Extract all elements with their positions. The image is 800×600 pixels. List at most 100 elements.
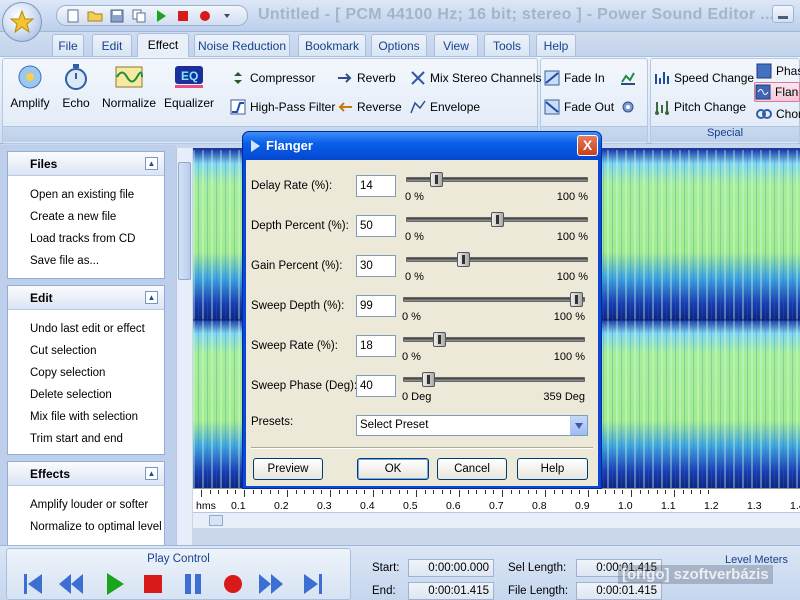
flanger-button[interactable]: Flang [754,82,800,102]
slider-max-label: 100 % [556,231,588,243]
effects-panel-header[interactable]: Effects ▲ [8,462,164,486]
help-button[interactable]: Help [517,458,588,480]
tab-view[interactable]: View [434,34,478,56]
open-folder-icon[interactable] [85,8,105,24]
chevron-down-icon[interactable] [570,416,587,435]
param-value-input[interactable]: 40 [356,375,396,397]
preset-select[interactable]: Select Preset [356,415,588,436]
hscroll-thumb[interactable] [209,515,223,526]
stop-icon[interactable] [173,8,193,24]
tab-effect[interactable]: Effect [137,33,189,57]
scroll-thumb[interactable] [178,162,191,280]
amplify-button[interactable]: Amplify [8,62,52,114]
slider-track[interactable] [403,337,585,342]
task-pane-scrollbar[interactable] [176,148,192,545]
ruler-minor-tick [639,490,641,494]
param-value-input[interactable]: 50 [356,215,396,237]
envelope-button[interactable]: Envelope [410,97,480,117]
go-to-start-button[interactable] [20,570,46,598]
new-file-icon[interactable] [63,8,83,24]
preview-button[interactable]: Preview [253,458,323,480]
delete-selection-link[interactable]: Delete selection [8,384,164,406]
tab-noise-reduction[interactable]: Noise Reduction [194,34,290,56]
slider-track[interactable] [403,297,585,302]
tab-tools[interactable]: Tools [484,34,530,56]
normalize-link[interactable]: Normalize to optimal level [8,516,164,538]
fade-in-button[interactable]: Fade In [544,68,605,88]
param-value-input[interactable]: 14 [356,175,396,197]
minimize-button[interactable] [772,5,794,23]
ruler-minor-tick [588,490,589,497]
dropdown-icon[interactable] [217,8,237,24]
pitch-change-button[interactable]: Pitch Change [654,97,746,117]
app-menu-button[interactable] [2,2,42,42]
mix-file-link[interactable]: Mix file with selection [8,406,164,428]
stop-button[interactable] [140,570,166,598]
collapse-icon[interactable]: ▲ [145,467,158,480]
compressor-button[interactable]: Compressor [230,68,315,88]
collapse-icon[interactable]: ▲ [145,157,158,170]
tab-options[interactable]: Options [371,34,427,56]
param-value-input[interactable]: 30 [356,255,396,277]
fast-forward-button[interactable] [258,570,284,598]
param-value-input[interactable]: 99 [356,295,396,317]
slider-thumb[interactable] [490,212,504,227]
trim-link[interactable]: Trim start and end [8,428,164,450]
start-time-field[interactable]: 0:00:00.000 [408,559,494,577]
save-as-link[interactable]: Save file as... [8,250,164,272]
load-cd-link[interactable]: Load tracks from CD [8,228,164,250]
chorus-button[interactable]: Chor [756,104,800,124]
tab-help[interactable]: Help [536,34,576,56]
ruler-minor-tick [553,490,555,494]
highpass-filter-button[interactable]: High-Pass Filter [230,97,335,117]
open-file-link[interactable]: Open an existing file [8,184,164,206]
end-time-field[interactable]: 0:00:01.415 [408,582,494,600]
fade-out-button[interactable]: Fade Out [544,97,614,117]
slider-thumb[interactable] [433,332,447,347]
files-panel-header[interactable]: Files ▲ [8,152,164,176]
go-to-end-button[interactable] [300,570,326,598]
reverb-icon [337,70,353,86]
rewind-button[interactable] [58,570,84,598]
amplify-link[interactable]: Amplify louder or softer [8,494,164,516]
dialog-close-button[interactable]: X [577,135,598,156]
record-icon[interactable] [195,8,215,24]
play-button[interactable] [102,570,128,598]
param-value-input[interactable]: 18 [356,335,396,357]
tab-bookmark[interactable]: Bookmark [298,34,366,56]
phaser-button[interactable]: Phas [756,61,800,81]
record-button[interactable] [220,570,246,598]
slider-thumb[interactable] [429,172,443,187]
pause-button[interactable] [180,570,206,598]
slider-thumb[interactable] [456,252,470,267]
speed-change-button[interactable]: Speed Change [654,68,754,88]
copy-selection-link[interactable]: Copy selection [8,362,164,384]
ruler-minor-tick [347,490,349,494]
save-icon[interactable] [107,8,127,24]
edit-panel-header[interactable]: Edit ▲ [8,286,164,310]
file-length-label: File Length: [508,585,569,597]
mix-stereo-channels-button[interactable]: Mix Stereo Channels [410,68,541,88]
normalize-button[interactable]: Normalize [102,62,156,114]
waveform-hscrollbar[interactable] [193,512,800,528]
tab-edit[interactable]: Edit [92,34,132,56]
equalizer-button[interactable]: EQ Equalizer [162,62,216,114]
slider-thumb[interactable] [570,292,584,307]
play-icon[interactable] [151,8,171,24]
create-file-link[interactable]: Create a new file [8,206,164,228]
cut-selection-link[interactable]: Cut selection [8,340,164,362]
copy-icon[interactable] [129,8,149,24]
echo-button[interactable]: Echo [58,62,94,114]
insert-silence-button[interactable] [620,68,636,88]
slider-thumb[interactable] [421,372,435,387]
slider-track[interactable] [406,257,588,262]
cancel-button[interactable]: Cancel [437,458,507,480]
ok-button[interactable]: OK [357,458,429,480]
reverb-button[interactable]: Reverb [337,68,396,88]
reverse-button[interactable]: Reverse [337,97,402,117]
collapse-icon[interactable]: ▲ [145,291,158,304]
settings-gear-button[interactable] [620,97,636,117]
highpass-filter-icon [230,99,246,115]
tab-file[interactable]: File [52,34,84,56]
undo-link[interactable]: Undo last edit or effect [8,318,164,340]
